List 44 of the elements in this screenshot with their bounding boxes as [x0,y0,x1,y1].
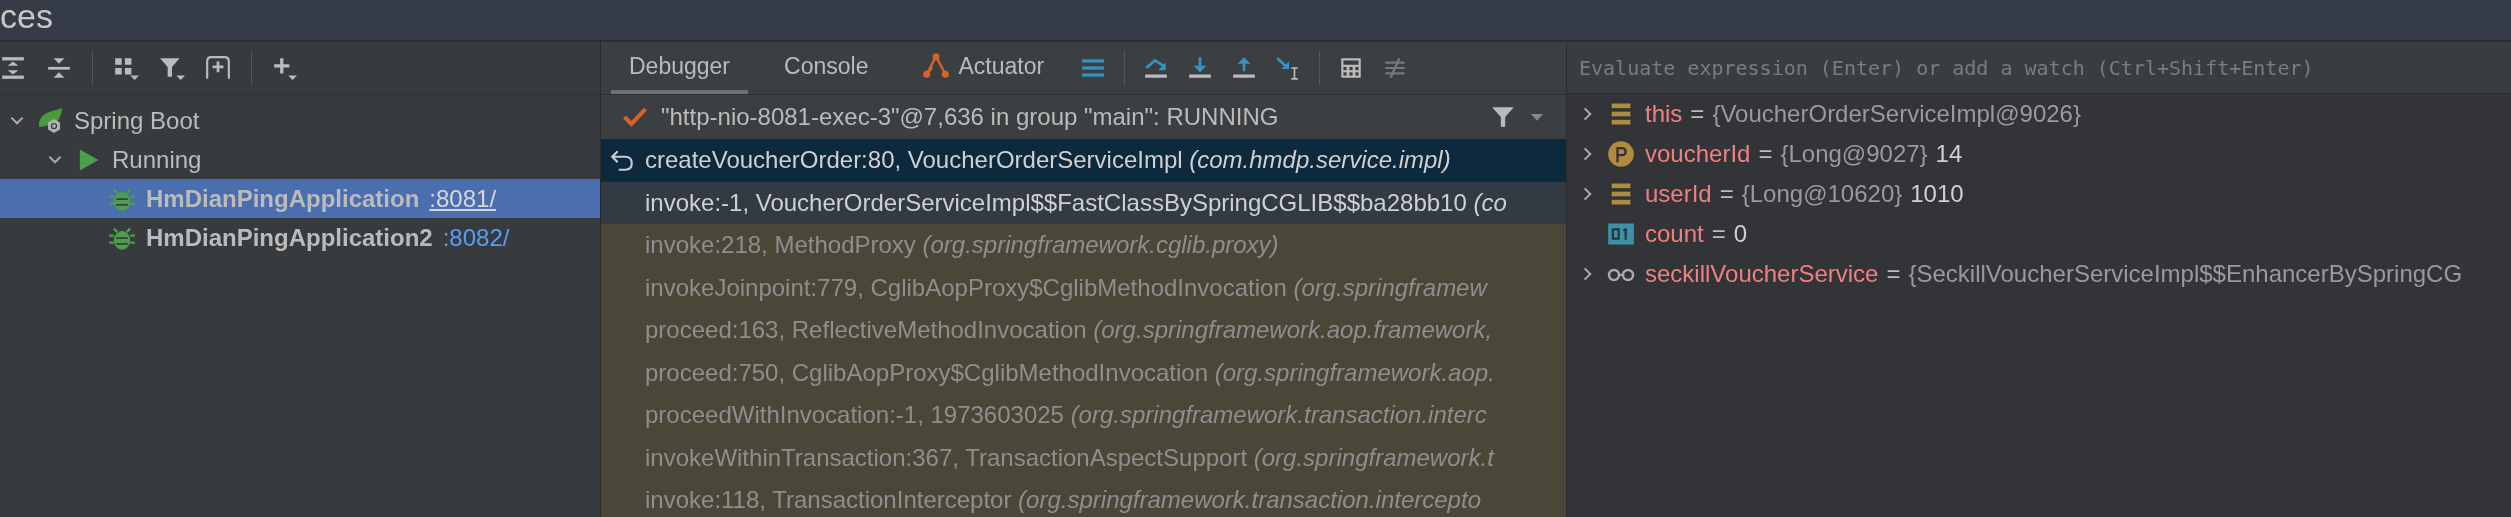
tree-item[interactable]: Running [0,140,600,179]
stack-frame[interactable]: proceed:163, ReflectiveMethodInvocation (org.springframework.aop.framework, [601,309,1566,352]
tab[interactable]: Debugger [611,42,749,94]
variable-row[interactable]: count = 0 [1567,214,2511,254]
filter-icon[interactable] [1490,104,1516,130]
expand-all-icon[interactable] [0,55,26,81]
stack-frame[interactable]: invoke:-1, VoucherOrderServiceImpl$$FastClassBySpringCGLIB$$ba28bb10 (co [601,181,1566,224]
stack-frame[interactable]: invoke:218, MethodProxy (org.springframework.cglib.proxy) [601,224,1566,267]
tree-item[interactable]: HmDianPingApplication2 :8082/ [0,218,600,257]
port-link[interactable]: :8081/ [429,184,497,213]
stack-frame[interactable]: invoke:118, TransactionInterceptor (org.springframework.transaction.intercepto [601,479,1566,517]
thread-label: "http-nio-8081-exec-3"@7,636 in group "main": RUNNING [661,103,1280,131]
step-into-icon[interactable] [1187,55,1214,81]
tab[interactable]: Actuator [904,42,1063,94]
tree-item[interactable]: Spring Boot [0,101,600,140]
variable-text: voucherId = {Long@9027} 14 [1645,140,1963,168]
variable-text: userId = {Long@10620} 1010 [1645,180,1964,208]
spring-leaf-icon [36,106,64,135]
add-service-icon[interactable] [205,55,231,81]
group-by-icon[interactable] [113,55,139,81]
variable-row[interactable]: voucherId = {Long@9027} 14 [1567,134,2511,174]
stack-frame[interactable]: invokeJoinpoint:779, CglibAopProxy$CglibMethodInvocation (org.springframew [601,266,1566,309]
port-link[interactable]: :8082/ [442,223,510,252]
step-out-icon[interactable] [1231,55,1258,81]
collapse-all-icon[interactable] [46,55,72,81]
tab[interactable]: Console [766,42,887,94]
window-title: ces [0,0,53,36]
variable-row[interactable]: seckillVoucherService = {SeckillVoucherServiceImpl$$EnhancerBySpringCG [1567,254,2511,294]
stack-frame[interactable]: createVoucherOrder:80, VoucherOrderServiceImpl (com.hmdp.service.impl) [601,139,1566,182]
add-icon[interactable] [272,55,298,81]
stack-frame[interactable]: proceedWithInvocation:-1, 1973603025 (org.springframework.transaction.interc [601,394,1566,437]
stack-frame[interactable]: invokeWithinTransaction:367, TransactionAspectSupport (org.springframework.t [601,436,1566,479]
evaluate-field[interactable]: Evaluate expression (Enter) or add a watch (Ctrl+Shift+Enter) [1567,42,2511,94]
actuator-icon [922,52,951,80]
filter-icon[interactable] [159,55,185,81]
variable-text: seckillVoucherService = {SeckillVoucherServiceImpl$$EnhancerBySpringCG [1645,260,2463,288]
parameter-icon [1607,140,1635,168]
thread-selector[interactable]: "http-nio-8081-exec-3"@7,636 in group "main": RUNNING [601,95,1566,139]
tree-item[interactable]: HmDianPingApplication :8081/ [0,179,600,218]
variable-row[interactable]: userId = {Long@10620} 1010 [1567,174,2511,214]
stack-frame[interactable]: proceed:750, CglibAopProxy$CglibMethodInvocation (org.springframework.aop. [601,351,1566,394]
variable-text: this = {VoucherOrderServiceImpl@9026} [1645,100,2081,128]
variable-text: count = 0 [1645,220,1748,248]
variable-row[interactable]: this = {VoucherOrderServiceImpl@9026} [1567,94,2511,134]
